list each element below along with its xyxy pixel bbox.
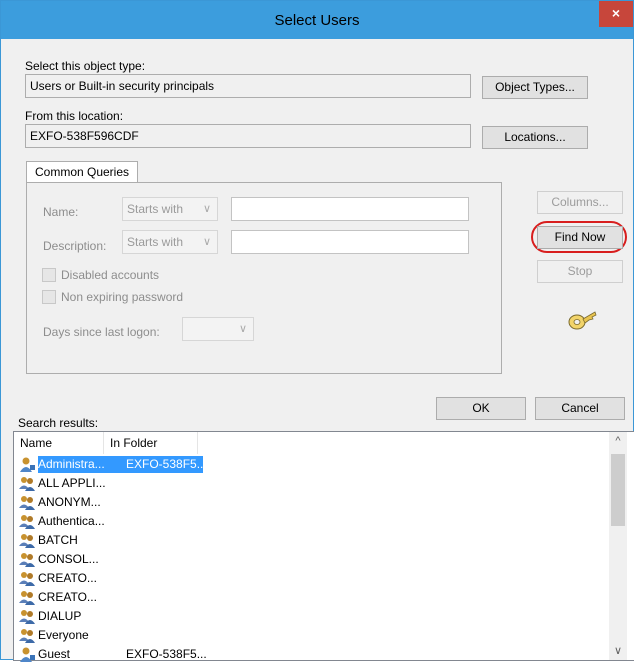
title-bar: Select Users ×	[1, 1, 633, 39]
results-scrollbar[interactable]: ^ ∨	[609, 432, 627, 660]
description-label: Description:	[43, 239, 107, 253]
list-item[interactable]: ALL APPLI...	[18, 475, 208, 492]
list-item[interactable]: Everyone	[18, 627, 208, 644]
select-users-dialog: Select Users × Select this object type: …	[0, 0, 634, 663]
group-icon	[18, 513, 36, 530]
list-item-name: ANONYM...	[38, 495, 101, 509]
scroll-down-icon[interactable]: ∨	[609, 642, 627, 660]
group-icon	[18, 475, 36, 492]
object-types-button[interactable]: Object Types...	[482, 76, 588, 99]
object-type-field: Users or Built-in security principals	[25, 74, 471, 98]
non-expiring-password-label: Non expiring password	[61, 290, 184, 304]
list-item[interactable]: CREATO...	[18, 589, 208, 606]
common-queries-panel: Name: Starts with ∨ Description: Starts …	[26, 182, 502, 374]
search-key-icon	[568, 311, 597, 330]
list-item-name: ALL APPLI...	[38, 476, 106, 490]
list-item-name: BATCH	[38, 533, 78, 547]
search-results-list[interactable]: Name In Folder Administra... EXFO-538F5..…	[13, 431, 634, 663]
list-item[interactable]: Administra... EXFO-538F5...	[18, 456, 208, 473]
list-item-name: Guest	[38, 647, 71, 661]
scroll-up-icon[interactable]: ^	[609, 432, 627, 450]
tab-common-queries[interactable]: Common Queries	[26, 161, 138, 183]
list-item[interactable]: DIALUP	[18, 608, 208, 625]
chevron-down-icon: ∨	[202, 236, 211, 248]
list-item-folder: EXFO-538F5...	[126, 456, 203, 473]
find-now-button[interactable]: Find Now	[537, 226, 623, 249]
ok-button[interactable]: OK	[436, 397, 526, 420]
group-icon	[18, 494, 36, 511]
list-item-name: Authentica...	[38, 514, 105, 528]
locations-button[interactable]: Locations...	[482, 126, 588, 149]
days-since-logon-select[interactable]: ∨	[182, 317, 254, 341]
list-item-name: CREATO...	[38, 571, 97, 585]
list-item[interactable]: BATCH	[18, 532, 208, 549]
group-icon	[18, 570, 36, 587]
name-mode-select[interactable]: Starts with ∨	[122, 197, 218, 221]
columns-button[interactable]: Columns...	[537, 191, 623, 214]
dialog-title: Select Users	[274, 12, 360, 29]
group-icon	[18, 532, 36, 549]
non-expiring-password-checkbox[interactable]	[42, 290, 56, 304]
user-icon	[18, 646, 36, 663]
days-since-logon-label: Days since last logon:	[43, 325, 160, 339]
list-item[interactable]: Authentica...	[18, 513, 208, 530]
list-item-folder: EXFO-538F5...	[126, 647, 206, 661]
list-item-name: CONSOL...	[38, 552, 99, 566]
name-label: Name:	[43, 205, 79, 219]
stop-button[interactable]: Stop	[537, 260, 623, 283]
location-field: EXFO-538F596CDF	[25, 124, 471, 148]
name-mode-value: Starts with	[127, 202, 184, 216]
group-icon	[18, 608, 36, 625]
description-input[interactable]	[231, 230, 469, 254]
group-icon	[18, 589, 36, 606]
description-mode-select[interactable]: Starts with ∨	[122, 230, 218, 254]
group-icon	[18, 551, 36, 568]
group-icon	[18, 627, 36, 644]
list-item-name: Everyone	[38, 628, 89, 642]
column-header-in-folder[interactable]: In Folder	[104, 432, 198, 454]
user-icon	[18, 456, 36, 473]
list-item-name: DIALUP	[38, 609, 82, 623]
disabled-accounts-label: Disabled accounts	[61, 268, 160, 282]
location-label: From this location:	[25, 109, 124, 123]
list-item[interactable]: CREATO...	[18, 570, 208, 587]
list-item[interactable]: Guest EXFO-538F5...	[18, 646, 208, 663]
list-item[interactable]: ANONYM...	[18, 494, 208, 511]
scroll-thumb[interactable]	[611, 454, 625, 526]
chevron-down-icon: ∨	[238, 323, 247, 335]
disabled-accounts-checkbox[interactable]	[42, 268, 56, 282]
list-item-name: CREATO...	[38, 590, 97, 604]
list-item[interactable]: CONSOL...	[18, 551, 208, 568]
description-mode-value: Starts with	[127, 235, 184, 249]
cancel-button[interactable]: Cancel	[535, 397, 625, 420]
object-type-label: Select this object type:	[25, 59, 146, 73]
close-button[interactable]: ×	[599, 1, 633, 27]
search-results-label: Search results:	[18, 416, 99, 430]
chevron-down-icon: ∨	[202, 203, 211, 215]
name-input[interactable]	[231, 197, 469, 221]
column-header-name[interactable]: Name	[14, 432, 104, 454]
list-item-name: Administra...	[38, 456, 126, 473]
